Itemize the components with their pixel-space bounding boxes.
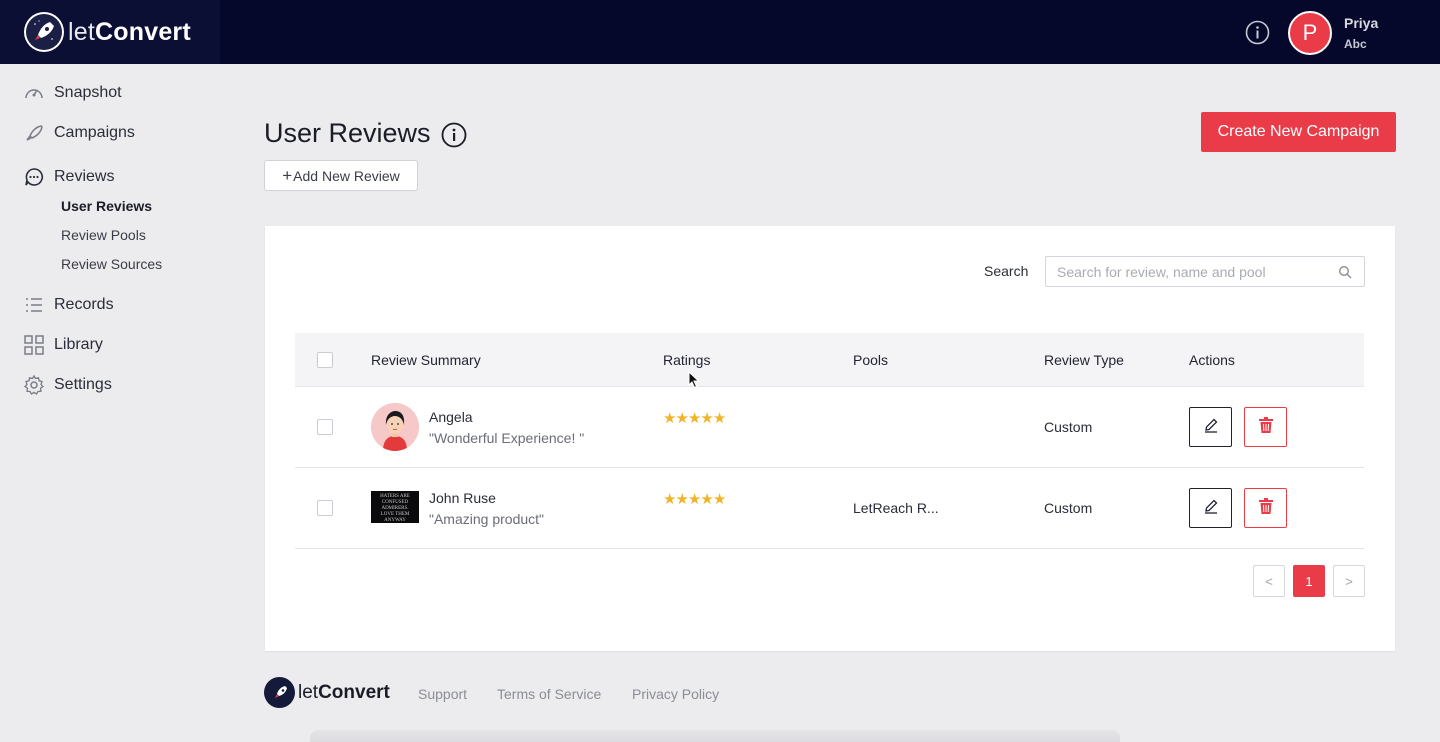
- sidebar-subitem-review-pools[interactable]: Review Pools: [61, 227, 146, 243]
- footer-logo[interactable]: letConvert: [264, 677, 390, 708]
- footer-link-terms[interactable]: Terms of Service: [497, 686, 601, 702]
- user-name[interactable]: Priya: [1344, 15, 1378, 31]
- delete-button[interactable]: [1244, 407, 1287, 447]
- add-new-review-button[interactable]: + Add New Review: [264, 160, 418, 191]
- sidebar-item-label: Settings: [54, 376, 112, 393]
- star-icon: ★: [663, 491, 676, 508]
- pencil-icon: [1203, 417, 1219, 438]
- star-icon: ★: [700, 491, 713, 508]
- review-type-cell: Custom: [1044, 500, 1093, 516]
- row-checkbox[interactable]: [317, 419, 333, 435]
- review-type-cell: Custom: [1044, 419, 1093, 435]
- edit-button[interactable]: [1189, 488, 1232, 528]
- column-header-review-type[interactable]: Review Type: [1044, 352, 1124, 368]
- rocket-icon: [22, 121, 46, 145]
- sidebar-item-reviews[interactable]: Reviews: [22, 165, 114, 189]
- pagination-next-button[interactable]: >: [1333, 565, 1365, 597]
- sidebar-item-campaigns[interactable]: Campaigns: [22, 121, 135, 145]
- reviewer-avatar: HATERS ARE CONFUSED ADMIRERS. LOVE THEM …: [371, 491, 419, 523]
- star-icon: ★: [687, 410, 701, 427]
- search-icon[interactable]: [1338, 265, 1352, 279]
- pagination-prev-button[interactable]: <: [1253, 565, 1285, 597]
- brand-name-bold: Convert: [95, 17, 191, 46]
- mouse-cursor-icon: [688, 370, 700, 394]
- sidebar-item-library[interactable]: Library: [22, 333, 103, 357]
- grid-icon: [22, 333, 46, 357]
- star-icon: ★: [675, 491, 688, 508]
- rating-stars: ★ ★ ★ ★ ★: [663, 410, 726, 427]
- brand-name-light: let: [68, 17, 96, 46]
- column-header-pools[interactable]: Pools: [853, 352, 888, 368]
- rocket-logo-icon: [264, 677, 295, 708]
- search-label: Search: [984, 263, 1029, 279]
- reviewer-avatar: [371, 403, 419, 451]
- footer-brand-name: letConvert: [298, 682, 390, 704]
- create-new-campaign-button[interactable]: Create New Campaign: [1201, 112, 1396, 152]
- edit-button[interactable]: [1189, 407, 1232, 447]
- sidebar-item-snapshot[interactable]: Snapshot: [22, 81, 122, 105]
- speedometer-icon: [22, 81, 46, 105]
- footer-link-privacy[interactable]: Privacy Policy: [632, 686, 719, 702]
- sidebar-item-records[interactable]: Records: [22, 293, 114, 317]
- trash-icon: [1257, 416, 1275, 439]
- sidebar-item-label: Reviews: [54, 168, 115, 185]
- add-new-review-label: Add New Review: [293, 167, 400, 184]
- row-checkbox[interactable]: [317, 500, 333, 516]
- star-icon: ★: [663, 410, 676, 427]
- bottom-shadow: [310, 730, 1120, 742]
- delete-button[interactable]: [1244, 488, 1287, 528]
- row-divider: [295, 548, 1364, 549]
- sidebar-item-label: Campaigns: [54, 124, 135, 141]
- sidebar-subitem-review-sources[interactable]: Review Sources: [61, 256, 162, 272]
- thumb-quote-text: HATERS ARE CONFUSED ADMIRERS. LOVE THEM …: [380, 494, 410, 523]
- sidebar-item-label: Snapshot: [54, 84, 122, 101]
- search-input[interactable]: [1046, 257, 1336, 286]
- sidebar-subitem-user-reviews[interactable]: User Reviews: [61, 198, 152, 214]
- info-icon[interactable]: [1245, 20, 1270, 45]
- rating-stars: ★ ★ ★ ★ ★: [663, 491, 726, 508]
- row-divider: [295, 467, 1364, 468]
- footer-brand-light: let: [298, 681, 319, 703]
- reviewer-name: John Ruse: [429, 490, 496, 506]
- column-header-ratings[interactable]: Ratings: [663, 352, 710, 368]
- list-icon: [22, 293, 46, 317]
- plus-icon: +: [282, 165, 293, 185]
- info-icon[interactable]: [441, 122, 467, 148]
- pencil-icon: [1203, 498, 1219, 519]
- brand-name: letConvert: [68, 18, 191, 47]
- user-avatar[interactable]: P: [1288, 11, 1332, 55]
- gear-icon: [22, 373, 46, 397]
- star-icon: ★: [675, 410, 688, 427]
- star-icon: ★: [700, 410, 713, 427]
- sidebar-item-label: Records: [54, 296, 114, 313]
- sidebar-item-label: Library: [54, 336, 103, 353]
- pool-cell: LetReach R...: [853, 500, 939, 516]
- star-icon: ★: [712, 491, 726, 508]
- footer-brand-bold: Convert: [318, 681, 390, 703]
- star-icon: ★: [712, 410, 726, 427]
- rocket-logo-icon: [24, 12, 64, 52]
- reviewer-name: Angela: [429, 409, 473, 425]
- review-quote: "Wonderful Experience! ": [429, 430, 585, 446]
- column-header-review-summary[interactable]: Review Summary: [371, 352, 481, 368]
- review-quote: "Amazing product": [429, 511, 544, 527]
- chat-bubble-icon: [22, 165, 46, 189]
- column-header-actions: Actions: [1189, 352, 1235, 368]
- brand-logo[interactable]: letConvert: [0, 0, 220, 64]
- search-field[interactable]: [1045, 256, 1365, 287]
- trash-icon: [1257, 497, 1275, 520]
- pagination-page-button[interactable]: 1: [1293, 565, 1325, 597]
- footer-link-support[interactable]: Support: [418, 686, 467, 702]
- sidebar-item-settings[interactable]: Settings: [22, 373, 112, 397]
- select-all-checkbox[interactable]: [317, 352, 333, 368]
- page-title: User Reviews: [264, 118, 431, 148]
- star-icon: ★: [687, 491, 701, 508]
- user-org: Abc: [1344, 37, 1367, 51]
